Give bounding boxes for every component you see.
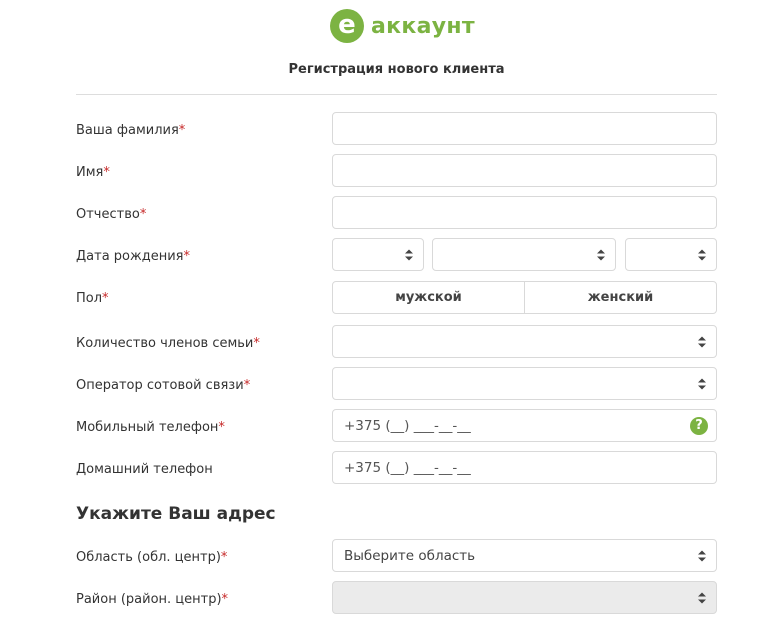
region-select[interactable]: Выберите область: [332, 539, 717, 572]
select-caret-icon: [698, 592, 706, 603]
birth-month-select[interactable]: [432, 238, 616, 271]
required-mark: *: [103, 165, 110, 180]
home-phone-label: Домашний телефон: [76, 462, 213, 477]
gender-male-button[interactable]: мужской: [333, 282, 524, 313]
required-mark: *: [220, 550, 228, 565]
required-mark: *: [102, 291, 109, 306]
gender-female-button[interactable]: женский: [524, 282, 716, 313]
gender-toggle: мужской женский: [332, 281, 717, 314]
help-icon[interactable]: ?: [690, 416, 708, 435]
select-caret-icon: [698, 550, 706, 561]
first-name-label: Имя*: [76, 165, 110, 180]
patronymic-input[interactable]: [332, 196, 717, 229]
mobile-operator-select[interactable]: [332, 367, 717, 400]
family-members-label: Количество членов семьи*: [76, 336, 260, 351]
required-mark: *: [178, 123, 186, 138]
required-mark: *: [253, 336, 260, 351]
required-mark: *: [183, 249, 190, 264]
brand-logo[interactable]: e аккаунт: [330, 8, 475, 44]
district-label: Район (район. центр)*: [76, 592, 229, 607]
mobile-phone-input[interactable]: +375 (__) ___-__-__ ?: [332, 409, 717, 442]
select-caret-icon: [405, 249, 413, 260]
patronymic-label: Отчество*: [76, 207, 147, 222]
mobile-operator-label: Оператор сотовой связи*: [76, 378, 251, 393]
district-select[interactable]: [332, 581, 717, 614]
region-label: Область (обл. центр)*: [76, 550, 228, 565]
logo-e-icon: e: [330, 9, 364, 43]
logo-text: аккаунт: [371, 13, 475, 39]
select-caret-icon: [597, 249, 605, 260]
required-mark: *: [221, 592, 229, 607]
family-members-select[interactable]: [332, 325, 717, 358]
first-name-input[interactable]: [332, 154, 717, 187]
birth-year-select[interactable]: [625, 238, 717, 271]
birth-day-select[interactable]: [332, 238, 424, 271]
mobile-phone-label: Мобильный телефон*: [76, 420, 225, 435]
select-caret-icon: [698, 378, 706, 389]
required-mark: *: [218, 420, 225, 435]
required-mark: *: [139, 207, 147, 222]
last-name-label: Ваша фамилия*: [76, 123, 186, 138]
address-section-title: Укажите Ваш адрес: [76, 504, 276, 524]
page-title: Регистрация нового клиента: [288, 62, 505, 77]
home-phone-input[interactable]: +375 (__) ___-__-__: [332, 451, 717, 484]
birth-date-label: Дата рождения*: [76, 249, 190, 264]
select-caret-icon: [698, 249, 706, 260]
required-mark: *: [243, 378, 251, 393]
header-divider: [76, 94, 717, 95]
select-caret-icon: [698, 336, 706, 347]
last-name-input[interactable]: [332, 112, 717, 145]
gender-label: Пол*: [76, 291, 109, 306]
